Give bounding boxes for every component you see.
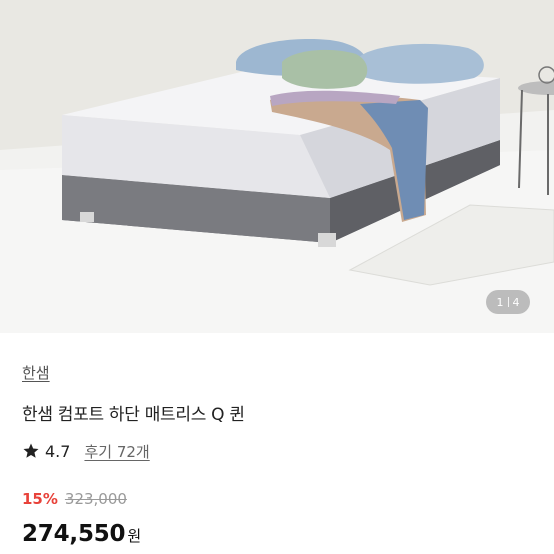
rating-row: 4.7 후기 72개 [22,440,150,462]
sale-price-row: 274,550 원 [22,521,141,547]
review-count-link[interactable]: 후기 72개 [84,441,149,462]
counter-divider [507,297,509,307]
star-icon [23,443,39,458]
image-counter-badge: 1 4 [486,290,530,314]
product-image-carousel[interactable]: 1 4 [0,0,554,333]
product-detail-page: 1 4 한샘 한샘 컴포트 하단 매트리스 Q 퀸 4.7 후기 72개 15%… [0,0,554,554]
discount-row: 15% 323,000 [22,490,127,508]
image-counter-current: 1 [496,295,504,309]
brand-link[interactable]: 한샘 [22,362,50,383]
bed-mattress-photo [0,0,554,333]
sale-price: 274,550 [22,521,126,547]
image-counter-total: 4 [512,295,520,309]
rating-value: 4.7 [45,441,71,461]
currency-unit: 원 [127,527,142,545]
product-title: 한샘 컴포트 하단 매트리스 Q 퀸 [22,405,245,425]
discount-rate: 15% [22,490,58,508]
original-price: 323,000 [64,490,127,508]
